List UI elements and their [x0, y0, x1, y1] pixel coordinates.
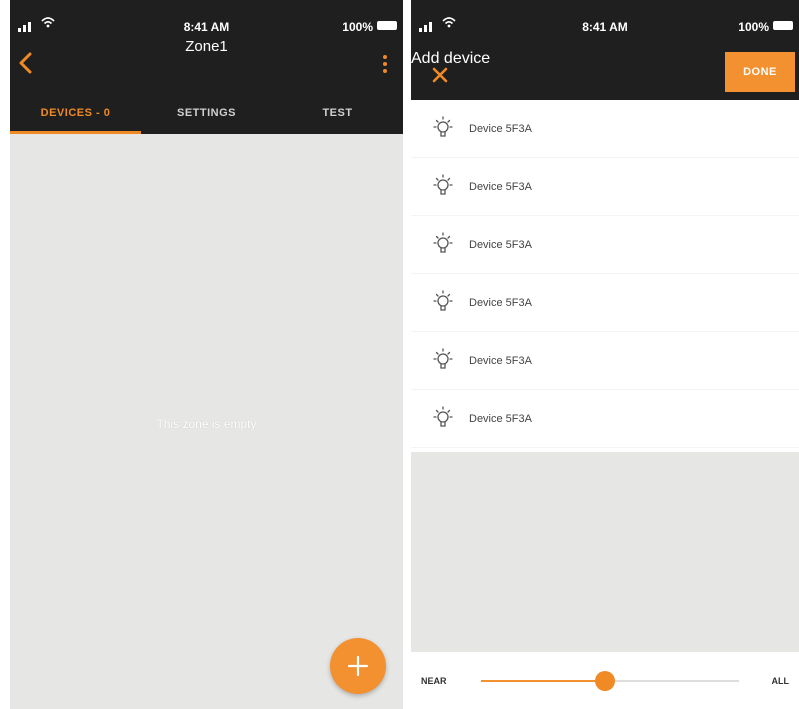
close-icon[interactable]	[429, 64, 451, 86]
add-device-screen: 8:41 AM 100% Add device DONE Device 5F3A…	[411, 0, 799, 709]
app-bar: Zone1	[10, 38, 403, 98]
header: 8:41 AM 100% Add device DONE	[411, 0, 799, 100]
done-button[interactable]: DONE	[725, 52, 795, 92]
bulb-icon	[433, 289, 453, 311]
battery-icon	[773, 21, 793, 30]
battery-percent: 100%	[342, 20, 373, 34]
range-slider[interactable]	[481, 671, 739, 691]
range-fill	[481, 680, 605, 682]
device-name: Device 5F3A	[469, 412, 532, 425]
bulb-icon	[433, 231, 453, 253]
battery-icon	[377, 21, 397, 30]
device-name: Device 5F3A	[469, 122, 532, 135]
tab-devices[interactable]: DEVICES - 0	[10, 96, 141, 134]
empty-message: This zone is empty	[156, 417, 257, 431]
device-name: Device 5F3A	[469, 354, 532, 367]
more-options-icon[interactable]	[375, 50, 395, 78]
device-row[interactable]: Device 5F3A	[411, 332, 799, 390]
device-name: Device 5F3A	[469, 238, 532, 251]
device-name: Device 5F3A	[469, 180, 532, 193]
device-row[interactable]: Device 5F3A	[411, 158, 799, 216]
device-name: Device 5F3A	[469, 296, 532, 309]
range-max-label: ALL	[771, 676, 790, 686]
page-title: Zone1	[185, 38, 228, 55]
range-min-label: NEAR	[421, 676, 447, 686]
device-row[interactable]: Device 5F3A	[411, 216, 799, 274]
range-slider-bar: NEAR ALL	[411, 652, 799, 709]
zone-screen: 8:41 AM 100% Zone1 DEVICES - 0 SETTINGS …	[10, 0, 403, 709]
battery-percent: 100%	[738, 20, 769, 34]
device-row[interactable]: Device 5F3A	[411, 100, 799, 158]
range-slider-thumb[interactable]	[594, 671, 615, 691]
tab-settings[interactable]: SETTINGS	[141, 96, 272, 134]
bulb-icon	[433, 173, 453, 195]
device-row[interactable]: Device 5F3A	[411, 274, 799, 332]
tab-test[interactable]: TEST	[272, 96, 403, 134]
bulb-icon	[433, 347, 453, 369]
bulb-icon	[433, 115, 453, 137]
status-bar: 8:41 AM 100%	[10, 0, 403, 40]
plus-icon	[347, 655, 369, 677]
device-row[interactable]: Device 5F3A	[411, 390, 799, 448]
app-bar: Add device DONE	[411, 50, 799, 96]
device-list-empty: This zone is empty	[10, 138, 403, 709]
tab-bar: DEVICES - 0 SETTINGS TEST	[10, 96, 403, 134]
device-list: Device 5F3A Device 5F3A Device 5F3A Devi…	[411, 100, 799, 452]
bulb-icon	[433, 405, 453, 427]
add-device-fab[interactable]	[330, 638, 386, 694]
